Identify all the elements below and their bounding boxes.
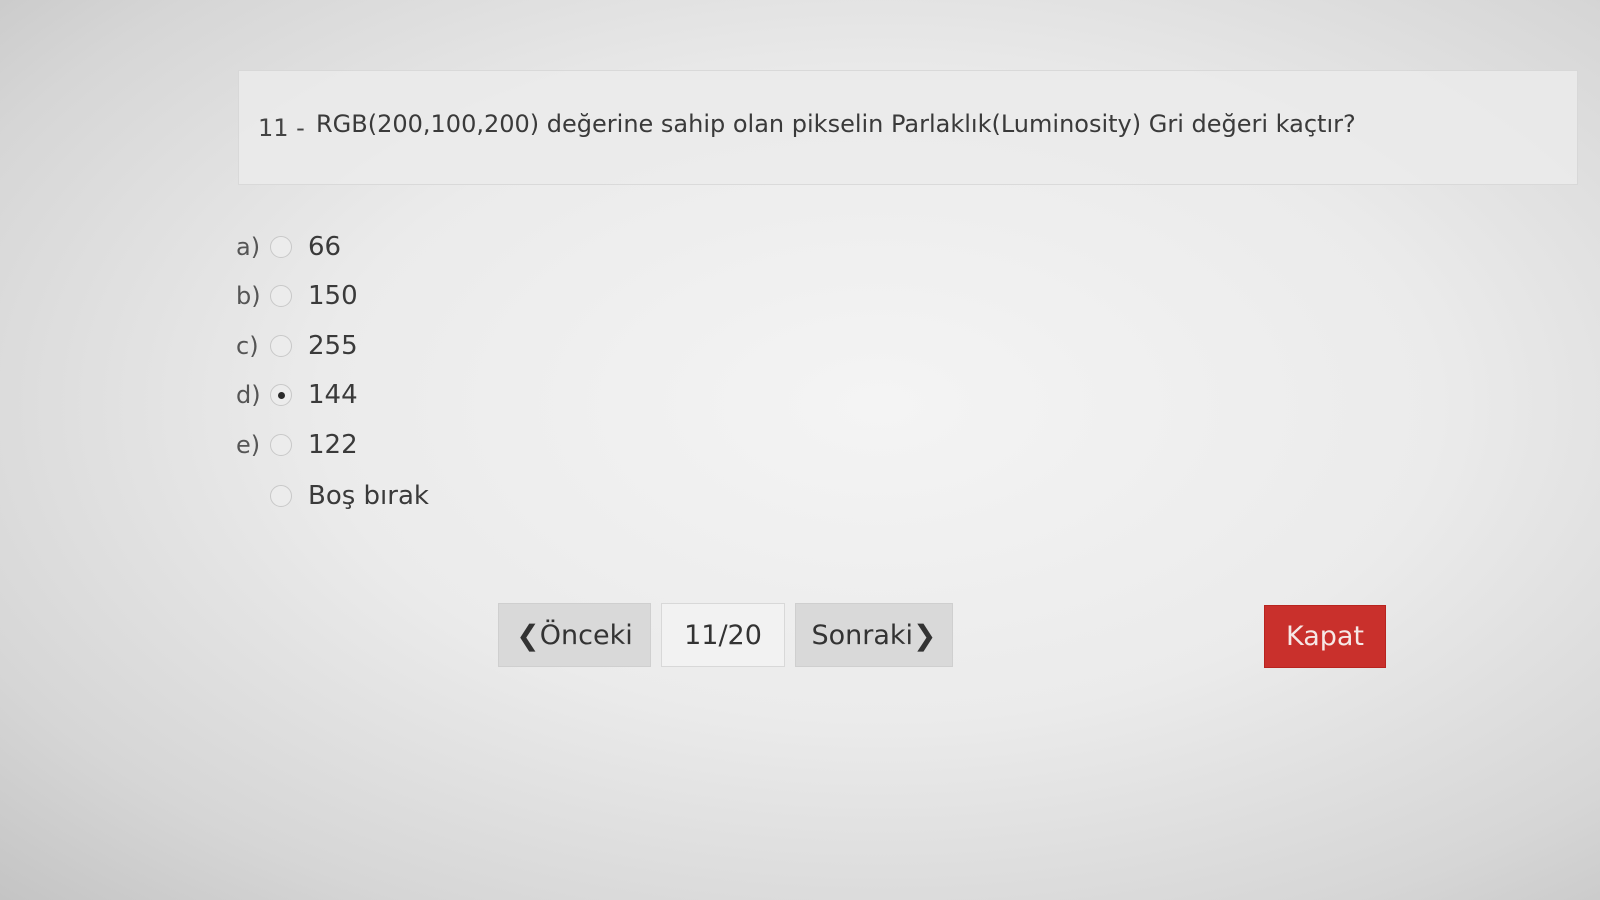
option-value: 66 — [308, 232, 342, 262]
option-value: 150 — [308, 281, 358, 311]
option-value: 144 — [308, 380, 358, 410]
option-e[interactable]: e) 122 — [236, 428, 358, 462]
option-letter: e) — [236, 431, 261, 459]
next-button[interactable]: Sonraki ❯ — [795, 603, 953, 667]
option-value: 255 — [308, 331, 358, 361]
previous-button[interactable]: ❮ Önceki — [498, 603, 651, 667]
next-label: Sonraki — [811, 619, 914, 651]
radio-button-e[interactable] — [270, 434, 292, 456]
option-d[interactable]: d) 144 — [236, 378, 358, 412]
previous-label: Önceki — [539, 619, 633, 651]
radio-button-blank[interactable] — [270, 485, 292, 507]
page-indicator: 11/20 — [661, 603, 785, 667]
close-button[interactable]: Kapat — [1264, 605, 1386, 668]
option-letter: a) — [236, 233, 261, 261]
chevron-left-icon: ❮ — [516, 618, 540, 652]
radio-button-b[interactable] — [270, 285, 292, 307]
option-leave-blank[interactable]: Boş bırak — [236, 479, 429, 513]
option-c[interactable]: c) 255 — [236, 329, 358, 363]
option-letter: b) — [236, 282, 261, 310]
option-letter: c) — [236, 332, 259, 360]
option-letter: d) — [236, 381, 261, 409]
radio-button-d[interactable] — [270, 384, 292, 406]
option-value: Boş bırak — [308, 481, 429, 511]
option-value: 122 — [308, 430, 358, 460]
radio-button-c[interactable] — [270, 335, 292, 357]
question-number: 11 - — [258, 114, 305, 142]
radio-button-a[interactable] — [270, 236, 292, 258]
option-b[interactable]: b) 150 — [236, 279, 358, 313]
chevron-right-icon: ❯ — [913, 618, 937, 652]
option-a[interactable]: a) 66 — [236, 230, 341, 264]
question-text: RGB(200,100,200) değerine sahip olan pik… — [316, 110, 1356, 138]
